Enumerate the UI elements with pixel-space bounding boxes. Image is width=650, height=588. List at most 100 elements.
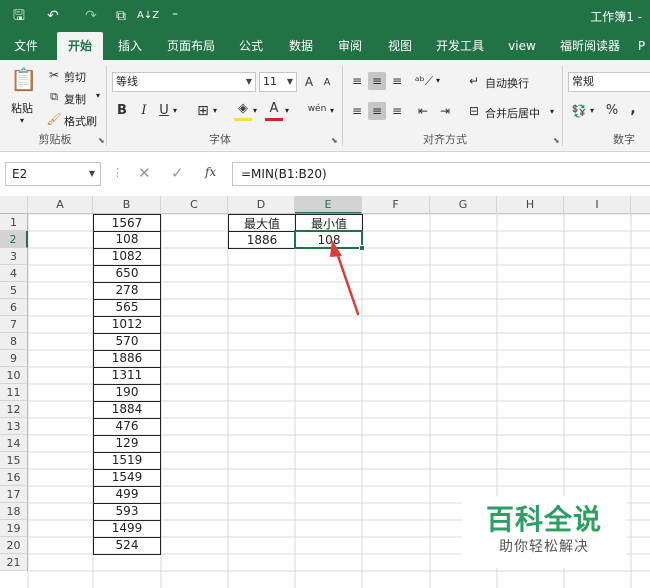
copy-dropdown-icon[interactable]: ▾ [96, 91, 100, 100]
number-format-select[interactable]: 常规 [568, 72, 650, 92]
row-header-13[interactable]: 13 [0, 418, 28, 435]
bold-button[interactable]: B [114, 102, 130, 120]
fill-color-dropdown-icon[interactable]: ▾ [253, 106, 257, 115]
comma-style-button[interactable]: , [626, 100, 640, 118]
currency-icon[interactable]: 💱 [570, 102, 588, 120]
tab-review[interactable]: 审阅 [330, 32, 370, 60]
format-painter-button[interactable]: 格式刷 [64, 113, 97, 129]
row-header-11[interactable]: 11 [0, 384, 28, 401]
row-header-8[interactable]: 8 [0, 333, 28, 350]
row-header-15[interactable]: 15 [0, 452, 28, 469]
increase-indent-icon[interactable]: ⇥ [436, 102, 454, 120]
orientation-dropdown-icon[interactable]: ▾ [436, 76, 440, 85]
underline-dropdown-icon[interactable]: ▾ [173, 106, 177, 115]
fill-handle[interactable] [359, 245, 365, 251]
save-icon[interactable]: 🖫 [10, 6, 28, 26]
row-header-2[interactable]: 2 [0, 231, 28, 248]
row-header-17[interactable]: 17 [0, 486, 28, 503]
align-center-icon[interactable]: ≡ [368, 102, 386, 120]
data-cell-b5[interactable]: 278 [93, 282, 161, 300]
row-header-4[interactable]: 4 [0, 265, 28, 282]
phonetic-icon[interactable]: wén [305, 100, 329, 118]
data-cell-b2[interactable]: 108 [93, 231, 161, 249]
tab-insert[interactable]: 插入 [110, 32, 150, 60]
tab-page-layout[interactable]: 页面布局 [160, 32, 222, 60]
data-cell-b9[interactable]: 1886 [93, 350, 161, 368]
font-launcher-icon[interactable]: ⬊ [331, 136, 338, 145]
data-cell-b19[interactable]: 1499 [93, 520, 161, 538]
tab-view[interactable]: 视图 [380, 32, 420, 60]
row-header-10[interactable]: 10 [0, 367, 28, 384]
grow-font-icon[interactable]: A [301, 73, 317, 91]
max-label-cell[interactable]: 最大值 [228, 214, 296, 232]
tab-home[interactable]: 开始 [57, 32, 103, 60]
align-top-icon[interactable]: ≡ [348, 72, 366, 90]
percent-button[interactable]: % [604, 102, 620, 120]
align-bottom-icon[interactable]: ≡ [388, 72, 406, 90]
insert-function-button[interactable]: fx [205, 165, 216, 179]
row-header-5[interactable]: 5 [0, 282, 28, 299]
tab-developer[interactable]: 开发工具 [428, 32, 492, 60]
tab-formulas[interactable]: 公式 [231, 32, 271, 60]
data-cell-b20[interactable]: 524 [93, 537, 161, 555]
paste-dropdown-icon[interactable]: ▾ [20, 116, 24, 125]
tab-view-en[interactable]: view [500, 32, 544, 60]
phonetic-dropdown-icon[interactable]: ▾ [330, 106, 334, 115]
sort-icon[interactable]: A↓Z [137, 6, 159, 26]
formula-input[interactable]: =MIN(B1:B20) [232, 162, 650, 186]
row-header-9[interactable]: 9 [0, 350, 28, 367]
data-cell-b1[interactable]: 1567 [93, 214, 161, 232]
font-color-icon[interactable]: A [265, 100, 283, 121]
row-header-20[interactable]: 20 [0, 537, 28, 554]
paste-icon[interactable]: 📋 [10, 66, 38, 96]
tab-more[interactable]: P [633, 32, 650, 60]
row-header-3[interactable]: 3 [0, 248, 28, 265]
print-preview-icon[interactable]: ⧉ [112, 6, 130, 26]
data-cell-b10[interactable]: 1311 [93, 367, 161, 385]
row-header-12[interactable]: 12 [0, 401, 28, 418]
customize-qat-icon[interactable]: ⁼ [168, 6, 182, 26]
align-left-icon[interactable]: ≡ [348, 102, 366, 120]
copy-button[interactable]: 复制 [64, 91, 86, 107]
align-right-icon[interactable]: ≡ [388, 102, 406, 120]
data-cell-b17[interactable]: 499 [93, 486, 161, 504]
cut-button[interactable]: 剪切 [64, 69, 86, 85]
data-cell-b12[interactable]: 1884 [93, 401, 161, 419]
tab-data[interactable]: 数据 [281, 32, 321, 60]
currency-dropdown-icon[interactable]: ▾ [590, 106, 594, 115]
borders-dropdown-icon[interactable]: ▾ [213, 106, 217, 115]
max-value-cell[interactable]: 1886 [228, 231, 296, 249]
data-cell-b7[interactable]: 1012 [93, 316, 161, 334]
align-middle-icon[interactable]: ≡ [368, 72, 386, 90]
data-cell-b16[interactable]: 1549 [93, 469, 161, 487]
merge-center-button[interactable]: 合并后居中 [485, 105, 540, 121]
data-cell-b4[interactable]: 650 [93, 265, 161, 283]
row-header-16[interactable]: 16 [0, 469, 28, 486]
wrap-text-button[interactable]: 自动换行 [485, 75, 529, 91]
cancel-icon[interactable]: ✕ [138, 164, 151, 182]
row-header-18[interactable]: 18 [0, 503, 28, 520]
row-header-7[interactable]: 7 [0, 316, 28, 333]
data-cell-b13[interactable]: 476 [93, 418, 161, 436]
row-header-19[interactable]: 19 [0, 520, 28, 537]
row-header-6[interactable]: 6 [0, 299, 28, 316]
row-header-21[interactable]: 21 [0, 554, 28, 571]
merge-dropdown-icon[interactable]: ▾ [550, 107, 554, 116]
data-cell-b11[interactable]: 190 [93, 384, 161, 402]
clipboard-launcher-icon[interactable]: ⬊ [98, 136, 105, 145]
orientation-icon[interactable]: ᵃᵇ⟋ [414, 72, 434, 90]
data-cell-b6[interactable]: 565 [93, 299, 161, 317]
font-name-select[interactable]: 等线 ▼ [112, 72, 256, 92]
paste-button[interactable]: 粘贴 [11, 100, 33, 116]
tab-foxit-reader[interactable]: 福昕阅读器 [553, 32, 627, 60]
data-cell-b3[interactable]: 1082 [93, 248, 161, 266]
font-size-select[interactable]: 11 ▼ [259, 72, 297, 92]
italic-button[interactable]: I [136, 102, 152, 120]
data-cell-b8[interactable]: 570 [93, 333, 161, 351]
undo-icon[interactable]: ↶ [42, 6, 64, 26]
underline-button[interactable]: U [156, 102, 172, 120]
font-color-dropdown-icon[interactable]: ▾ [285, 106, 289, 115]
enter-icon[interactable]: ✓ [171, 164, 184, 182]
row-header-1[interactable]: 1 [0, 214, 28, 231]
decrease-indent-icon[interactable]: ⇤ [414, 102, 432, 120]
